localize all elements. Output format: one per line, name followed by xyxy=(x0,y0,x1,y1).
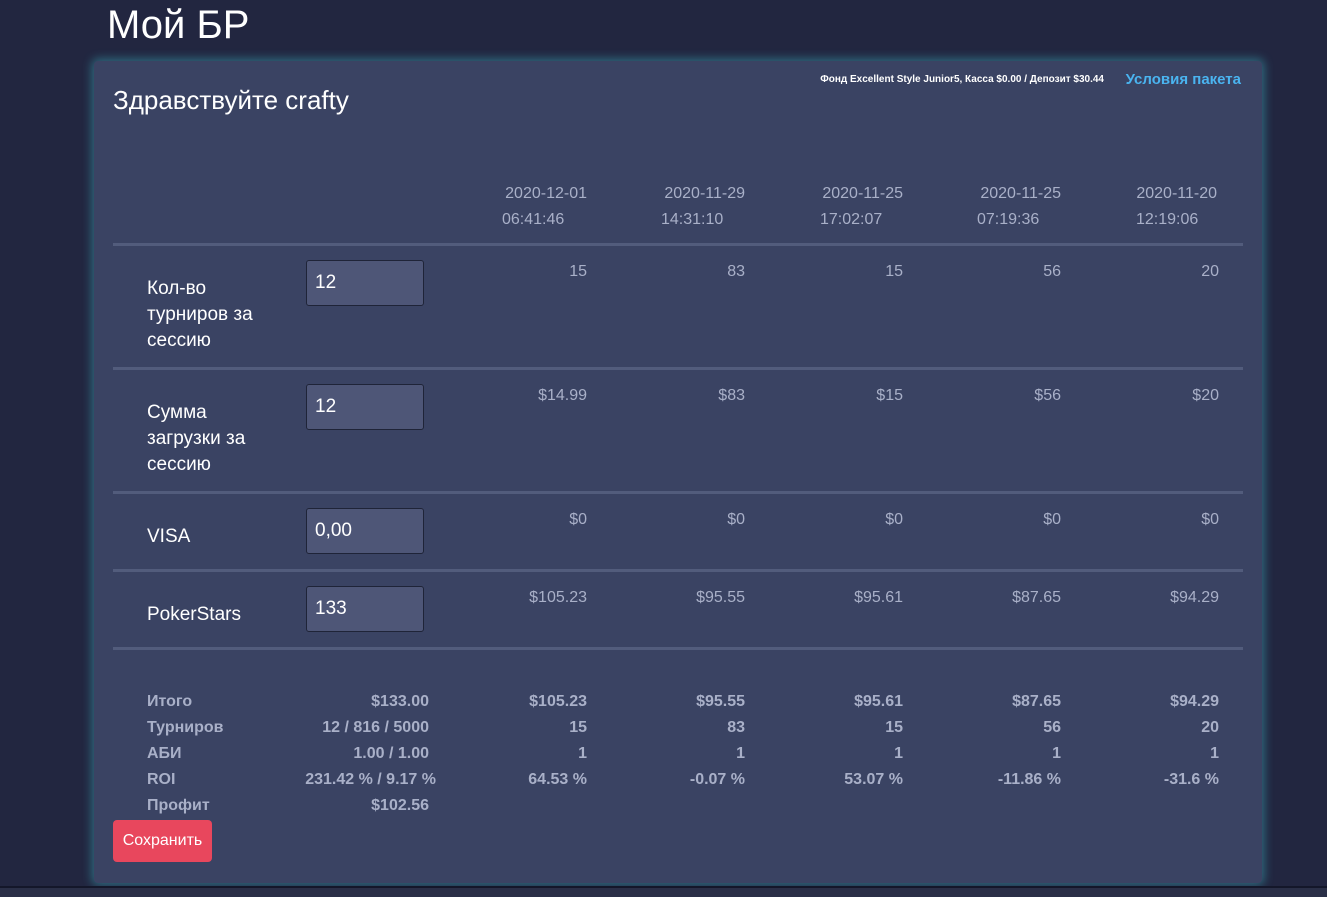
table-cell: $56 xyxy=(1034,387,1061,404)
column-time: 06:41:46 xyxy=(502,211,565,228)
row-divider xyxy=(113,367,1243,370)
summary-cell: $94.29 xyxy=(1170,693,1219,710)
greeting-text: Здравствуйте crafty xyxy=(113,85,349,115)
summary-label: ROI xyxy=(147,771,176,788)
save-button[interactable]: Сохранить xyxy=(113,820,212,862)
summary-cell: 64.53 % xyxy=(528,771,587,788)
row-label-pokerstars: PokerStars xyxy=(147,604,241,625)
summary-total: $133.00 xyxy=(371,693,429,710)
table-cell: $20 xyxy=(1192,387,1219,404)
table-cell: $87.65 xyxy=(1012,589,1061,606)
summary-cell: -11.86 % xyxy=(997,771,1061,788)
summary-cell: 56 xyxy=(1043,719,1061,736)
summary-cell: 1 xyxy=(1210,745,1219,762)
table-cell: $105.23 xyxy=(529,589,587,606)
summary-cell: 15 xyxy=(569,719,587,736)
column-date: 2020-11-29 xyxy=(664,185,745,202)
summary-cell: 15 xyxy=(885,719,903,736)
load-sum-input[interactable] xyxy=(306,384,424,430)
column-header: 2020-11-25 17:02:07 xyxy=(764,181,904,233)
row-divider xyxy=(113,569,1243,572)
table-cell: $0 xyxy=(885,511,903,528)
table-cell: 20 xyxy=(1201,263,1219,280)
table-cell: 83 xyxy=(727,263,745,280)
table-cell: $0 xyxy=(569,511,587,528)
table-cell: 15 xyxy=(569,263,587,280)
row-divider xyxy=(113,491,1243,494)
table-cell: $14.99 xyxy=(538,387,587,404)
row-label-tournaments: Кол-во турниров за сессию xyxy=(147,278,253,351)
table-cell: 56 xyxy=(1043,263,1061,280)
table-cell: $0 xyxy=(727,511,745,528)
row-label-visa: VISA xyxy=(147,526,191,547)
summary-total: $102.56 xyxy=(371,797,429,814)
column-time: 14:31:10 xyxy=(661,211,724,228)
package-terms-link[interactable]: Условия пакета xyxy=(1126,71,1241,88)
summary-cell: 20 xyxy=(1201,719,1219,736)
summary-cell: 83 xyxy=(727,719,745,736)
summary-label: Итого xyxy=(147,693,193,710)
table-cell: $0 xyxy=(1043,511,1061,528)
footer-strip xyxy=(0,888,1327,897)
summary-cell: $87.65 xyxy=(1012,693,1061,710)
row-divider xyxy=(113,647,1243,650)
summary-label: АБИ xyxy=(147,745,182,762)
table-cell: $94.29 xyxy=(1170,589,1219,606)
table-cell: $95.55 xyxy=(696,589,745,606)
column-date: 2020-11-20 xyxy=(1136,185,1217,202)
column-header: 2020-11-25 07:19:36 xyxy=(922,181,1062,233)
table-cell: 15 xyxy=(885,263,903,280)
column-date: 2020-12-01 xyxy=(505,185,587,202)
column-date: 2020-11-25 xyxy=(980,185,1061,202)
summary-cell: 1 xyxy=(1052,745,1061,762)
fund-info: Фонд Excellent Style Junior5, Касса $0.0… xyxy=(820,74,1104,85)
summary-cell: $95.55 xyxy=(696,693,745,710)
summary-total: 231.42 % / 9.17 % xyxy=(305,771,436,788)
column-time: 12:19:06 xyxy=(1136,211,1199,228)
summary-total: 12 / 816 / 5000 xyxy=(322,719,429,736)
column-header: 2020-11-20 12:19:06 xyxy=(1080,181,1220,233)
summary-label: Турниров xyxy=(147,719,224,736)
table-cell: $95.61 xyxy=(854,589,903,606)
row-divider xyxy=(113,243,1243,246)
column-header: 2020-12-01 06:41:46 xyxy=(448,181,588,233)
summary-label: Профит xyxy=(147,797,210,814)
summary-cell: -31.6 % xyxy=(1163,771,1219,788)
tournaments-count-input[interactable] xyxy=(306,260,424,306)
summary-total: 1.00 / 1.00 xyxy=(353,745,429,762)
summary-cell: 1 xyxy=(894,745,903,762)
row-label-load-sum: Сумма загрузки за сессию xyxy=(147,402,246,475)
summary-cell: 1 xyxy=(578,745,587,762)
table-cell: $83 xyxy=(718,387,745,404)
column-time: 17:02:07 xyxy=(820,211,883,228)
visa-input[interactable] xyxy=(306,508,424,554)
page-title: Мой БР xyxy=(107,3,250,47)
table-cell: $0 xyxy=(1201,511,1219,528)
summary-cell: -0.07 % xyxy=(689,771,745,788)
column-time: 07:19:36 xyxy=(977,211,1040,228)
summary-cell: 1 xyxy=(736,745,745,762)
column-header: 2020-11-29 14:31:10 xyxy=(606,181,746,233)
bankroll-card: Здравствуйте crafty Фонд Excellent Style… xyxy=(94,61,1262,883)
summary-cell: $105.23 xyxy=(529,693,587,710)
pokerstars-input[interactable] xyxy=(306,586,424,632)
summary-cell: $95.61 xyxy=(854,693,903,710)
table-cell: $15 xyxy=(876,387,903,404)
column-date: 2020-11-25 xyxy=(822,185,903,202)
summary-cell: 53.07 % xyxy=(844,771,903,788)
